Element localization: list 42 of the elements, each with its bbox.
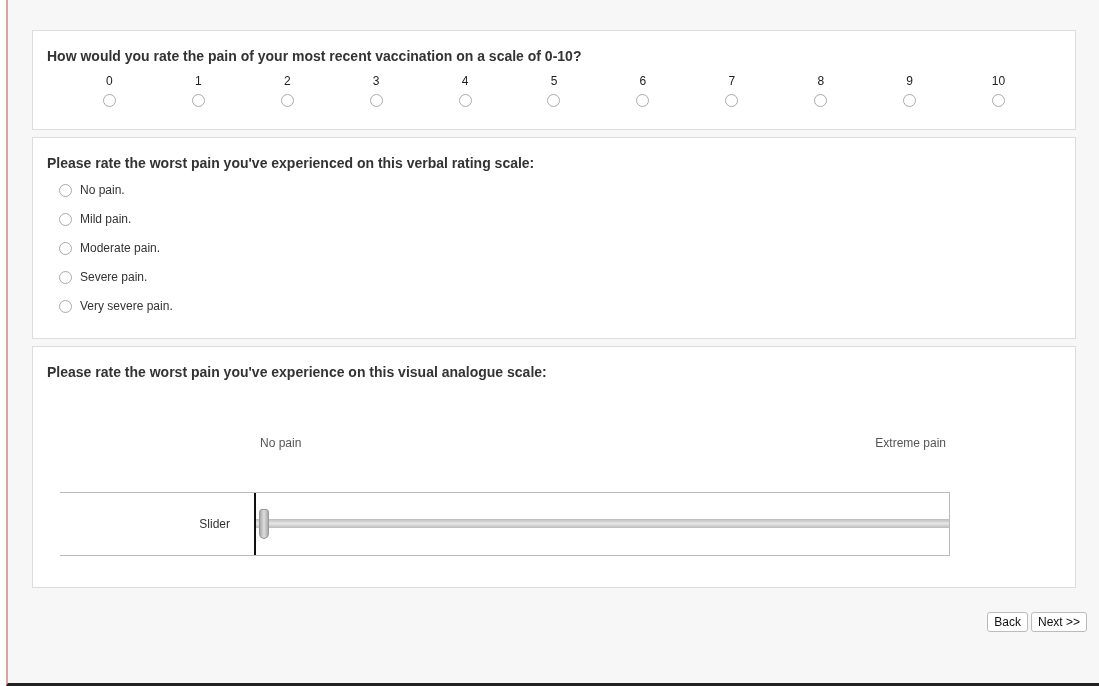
max-label: Extreme pain: [875, 436, 946, 450]
slider-handle[interactable]: [259, 509, 269, 539]
radio-button[interactable]: [59, 183, 72, 197]
slider-label: Slider: [199, 517, 230, 531]
scale-label: 8: [817, 74, 825, 88]
option-label: Severe pain.: [80, 270, 148, 284]
slider-track[interactable]: [256, 509, 949, 539]
scale-label: 0: [106, 74, 113, 88]
radio-button[interactable]: [636, 94, 650, 107]
scale-label: 6: [639, 74, 647, 88]
radio-button[interactable]: [59, 270, 72, 284]
scale-label: 3: [372, 74, 380, 88]
scale-label: 10: [991, 74, 1006, 88]
radio-button[interactable]: [59, 241, 72, 255]
min-label: No pain: [260, 436, 302, 450]
nav-button[interactable]: Next >>: [1030, 612, 1087, 632]
question-text: Please rate the worst pain you've experienced on this verbal rating scale:: [47, 155, 536, 171]
radio-button[interactable]: [191, 94, 205, 107]
option-label: No pain.: [80, 183, 125, 197]
radio-button[interactable]: [458, 94, 472, 107]
radio-button[interactable]: [59, 212, 72, 226]
scale-label: 1: [195, 74, 202, 88]
scale-label: 9: [906, 74, 913, 88]
scale-label: 2: [283, 74, 291, 88]
option-label: Mild pain.: [80, 212, 132, 226]
radio-button[interactable]: [280, 94, 294, 107]
scale-label: 7: [728, 74, 736, 88]
radio-button[interactable]: [547, 94, 561, 107]
question-text: Please rate the worst pain you've experience on this visual analogue scale:: [47, 364, 548, 380]
scale-label: 5: [550, 74, 558, 88]
option-label: Very severe pain.: [80, 299, 173, 313]
option-label: Moderate pain.: [80, 241, 161, 255]
radio-button[interactable]: [725, 94, 739, 107]
radio-button[interactable]: [102, 94, 116, 107]
radio-button[interactable]: [903, 94, 917, 107]
question-text: How would you rate the pain of your most recent vaccination on a scale of 0-10?: [47, 48, 583, 64]
nav-button[interactable]: Back: [987, 612, 1028, 632]
radio-button[interactable]: [59, 299, 72, 313]
radio-button[interactable]: [992, 94, 1006, 107]
radio-button[interactable]: [369, 94, 383, 107]
scale-label: 4: [461, 74, 469, 88]
radio-button[interactable]: [814, 94, 828, 107]
